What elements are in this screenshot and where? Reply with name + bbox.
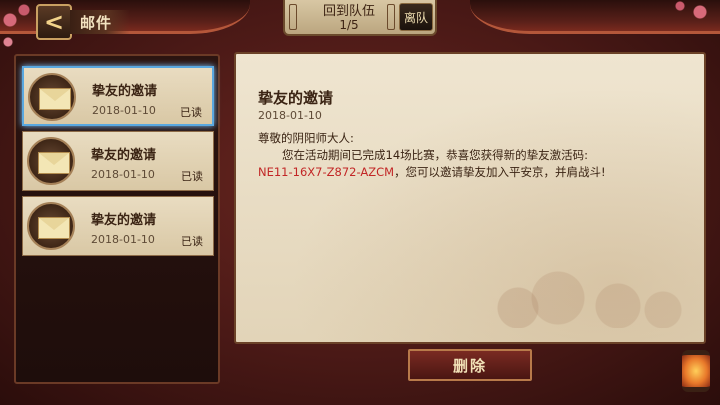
mail-detail-title: 挚友的邀请 <box>258 89 334 107</box>
cherry-blossom-decoration <box>0 0 40 60</box>
page-title-plate: 邮件 <box>70 10 130 34</box>
mail-list-item[interactable]: 挚友的邀请 2018-01-10 已读 <box>22 131 214 191</box>
mail-detail-date: 2018-01-10 <box>258 109 322 122</box>
mail-body-line-2: NE11-16X7-Z872-AZCM，您可以邀请挚友加入平安京，并肩战斗! <box>258 164 678 181</box>
delete-button[interactable]: 删除 <box>408 349 532 381</box>
return-to-team-label[interactable]: 回到队伍 <box>303 4 395 19</box>
back-button[interactable]: < <box>36 4 72 40</box>
mail-greeting: 尊敬的阴阳师大人: <box>258 131 354 145</box>
envelope-shape <box>39 88 71 110</box>
envelope-shape <box>38 217 70 239</box>
leave-team-button[interactable]: 离队 <box>399 3 433 31</box>
mail-list-item[interactable]: 挚友的邀请 2018-01-10 已读 <box>22 66 214 126</box>
envelope-icon <box>27 202 75 250</box>
team-member-count: 1/5 <box>339 18 359 32</box>
mail-read-status: 已读 <box>180 106 202 119</box>
team-ornament-right <box>387 4 395 30</box>
mail-body-line: 您在活动期间已完成14场比赛，恭喜您获得新的挚友激活码: <box>282 148 589 162</box>
activation-code: NE11-16X7-Z872-AZCM <box>258 165 395 179</box>
team-ornament-left <box>289 4 297 30</box>
envelope-shape <box>38 152 70 174</box>
lantern-icon <box>682 350 710 392</box>
mail-read-status: 已读 <box>181 235 203 248</box>
mail-read-status: 已读 <box>181 170 203 183</box>
mail-subject: 挚友的邀请 <box>91 213 157 228</box>
envelope-icon <box>28 73 76 121</box>
mail-detail-body: 尊敬的阴阳师大人: 您在活动期间已完成14场比赛，恭喜您获得新的挚友激活码: N… <box>258 130 678 181</box>
mail-list-item[interactable]: 挚友的邀请 2018-01-10 已读 <box>22 196 214 256</box>
mail-list-panel: 挚友的邀请 2018-01-10 已读 挚友的邀请 2018-01-10 已读 … <box>14 54 220 384</box>
mail-detail-panel: 挚友的邀请 2018-01-10 尊敬的阴阳师大人: 您在活动期间已完成14场比… <box>234 52 706 344</box>
envelope-icon <box>27 137 75 185</box>
mail-subject: 挚友的邀请 <box>91 148 157 163</box>
return-to-team-panel[interactable]: 回到队伍 1/5 离队 <box>283 0 437 36</box>
mail-date: 2018-01-10 <box>92 104 156 117</box>
mail-date: 2018-01-10 <box>91 233 155 246</box>
mail-subject: 挚友的邀请 <box>92 84 158 99</box>
mail-date: 2018-01-10 <box>91 168 155 181</box>
delete-label: 删除 <box>452 356 487 375</box>
back-arrow-icon: < <box>43 8 65 36</box>
cherry-blossom-decoration-right <box>660 0 720 40</box>
cloud-decoration <box>488 258 688 328</box>
page-title: 邮件 <box>80 13 113 32</box>
mail-body-continuation: ，您可以邀请挚友加入平安京，并肩战斗! <box>394 165 606 179</box>
